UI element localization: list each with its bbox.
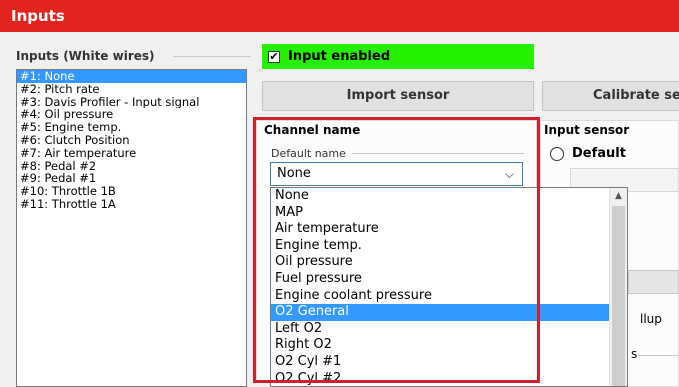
list-item[interactable]: #3: Davis Profiler - Input signal [17, 96, 246, 109]
default-radio[interactable] [550, 147, 564, 161]
default-radio-label: Default [572, 146, 626, 161]
sensor-button[interactable] [628, 270, 679, 294]
dropdown-scrollbar[interactable]: ▲ [609, 188, 627, 386]
list-item[interactable]: #5: Engine temp. [17, 121, 246, 134]
list-item[interactable]: #1: None [17, 70, 246, 83]
input-enabled-checkbox[interactable]: ✔ [268, 50, 280, 63]
list-item[interactable]: #6: Clutch Position [17, 134, 246, 147]
list-item[interactable]: #7: Air temperature [17, 147, 246, 160]
input-enabled-toggle[interactable]: ✔ Input enabled [262, 44, 534, 69]
inputs-listbox[interactable]: #1: None #2: Pitch rate #3: Davis Profiler… [16, 69, 247, 387]
sensor-divider [638, 355, 679, 356]
list-item[interactable]: #4: Oil pressure [17, 108, 246, 121]
list-item[interactable]: #10: Throttle 1B [17, 185, 246, 198]
input-sensor-heading: Input sensor [544, 123, 630, 137]
list-item[interactable]: #8: Pedal #2 [17, 160, 246, 173]
list-item[interactable]: #11: Throttle 1A [17, 198, 246, 211]
import-sensor-button[interactable]: Import sensor [262, 81, 534, 111]
input-enabled-label: Input enabled [288, 49, 391, 64]
calibrate-sensor-button[interactable]: Calibrate se [542, 81, 679, 111]
s-label-fragment: s [631, 347, 638, 361]
window-title: Inputs [0, 0, 679, 32]
list-item[interactable]: #2: Pitch rate [17, 83, 246, 96]
scroll-thumb[interactable] [612, 206, 625, 386]
highlight-frame [253, 117, 540, 383]
pullup-label-fragment: llup [640, 312, 662, 326]
group-divider [173, 56, 251, 57]
scroll-up-icon[interactable]: ▲ [610, 188, 627, 205]
inputs-group-label: Inputs (White wires) [16, 49, 155, 63]
list-item[interactable]: #9: Pedal #1 [17, 172, 246, 185]
